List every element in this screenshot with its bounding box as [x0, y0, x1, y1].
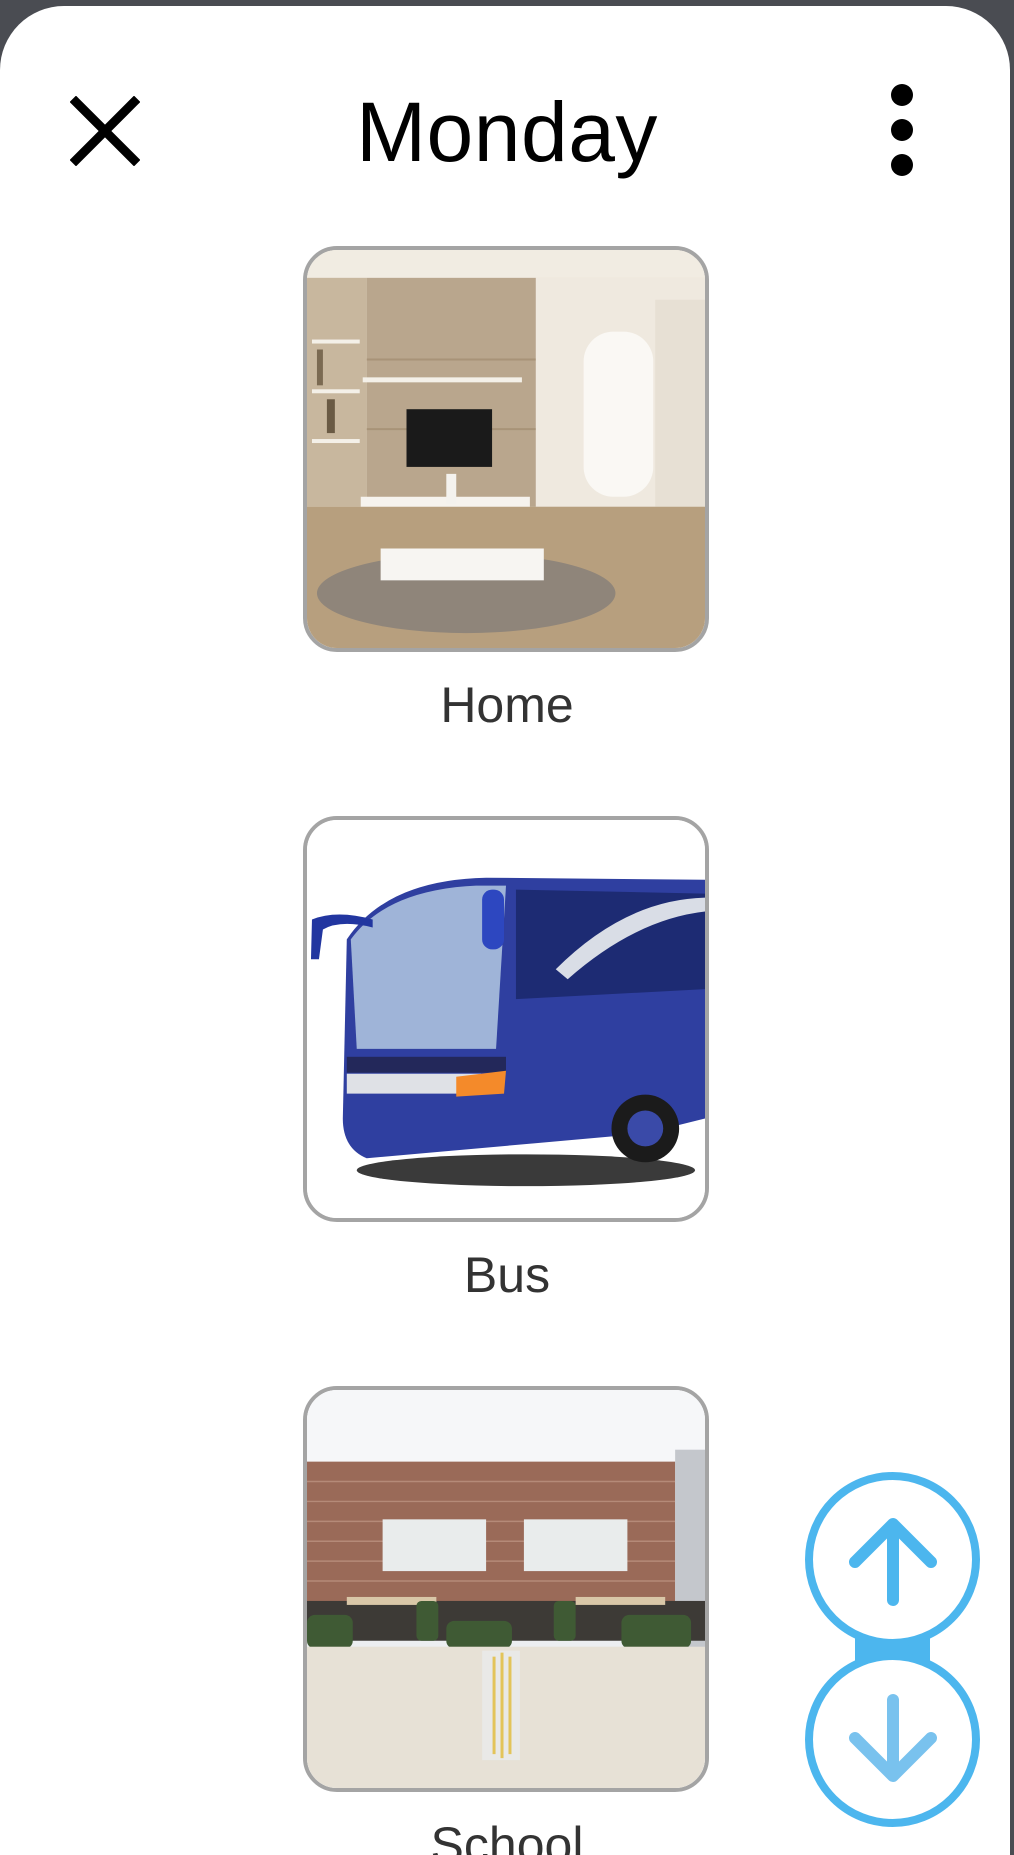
item-label: Home	[440, 677, 574, 733]
classroom-image	[307, 1390, 705, 1788]
scroll-controls	[805, 1472, 980, 1827]
arrow-down-icon	[848, 1693, 937, 1782]
scroll-up-button[interactable]	[805, 1472, 980, 1647]
home-picture-tile[interactable]	[303, 246, 709, 652]
more-options-icon	[891, 84, 913, 106]
bus-picture-tile[interactable]	[303, 816, 709, 1222]
arrow-up-icon	[848, 1517, 937, 1606]
living-room-image	[307, 250, 705, 648]
header: Monday	[0, 6, 1010, 216]
item-label: Bus	[463, 1247, 551, 1303]
school-picture-tile[interactable]	[303, 1386, 709, 1792]
more-options-icon-dot	[891, 154, 913, 176]
more-options-icon-dot	[891, 119, 913, 141]
scroll-down-button[interactable]	[805, 1652, 980, 1827]
schedule-card: Monday Home Bus School	[0, 6, 1010, 1855]
bus-image	[307, 820, 705, 1218]
more-options-button[interactable]	[870, 78, 934, 182]
page-title: Monday	[356, 85, 658, 179]
